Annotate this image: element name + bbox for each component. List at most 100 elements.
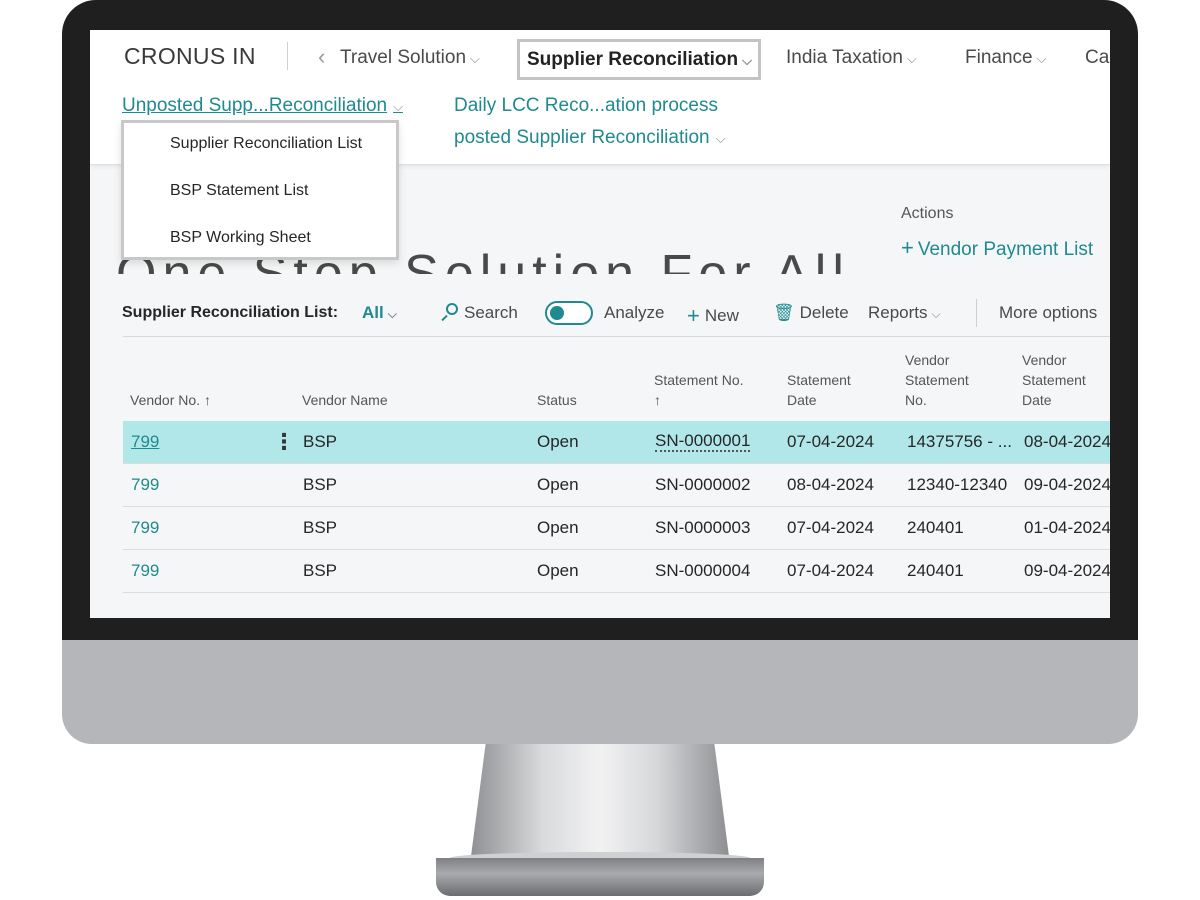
view-filter-dropdown[interactable]: All ⌵: [362, 303, 397, 323]
reports-label: Reports: [868, 303, 928, 322]
header-line: [302, 350, 388, 370]
column-header-statement-no[interactable]: Statement No. ↑: [654, 350, 744, 410]
column-header-vendor-name[interactable]: Vendor Name: [302, 350, 388, 410]
nav-item-india-taxation[interactable]: India Taxation ⌵: [786, 47, 917, 69]
subnav-link-label: Daily LCC Reco...ation process: [454, 95, 718, 116]
nav-item-label: Travel Solution: [340, 47, 467, 68]
chevron-down-icon: ⌵: [906, 51, 917, 66]
cell-status: Open: [537, 561, 579, 580]
cell-status: Open: [537, 432, 579, 451]
header-line: Statement: [905, 372, 969, 388]
cell-statement-date: 07-04-2024: [787, 432, 874, 451]
header-line: [787, 350, 851, 370]
menu-item-bsp-statement-list[interactable]: BSP Statement List: [170, 182, 308, 200]
header-line: Statement: [1022, 372, 1086, 388]
chevron-left-icon[interactable]: ‹: [318, 44, 325, 70]
view-filter-label: All: [362, 303, 384, 322]
new-label: New: [704, 306, 739, 325]
table-row[interactable]: 799 BSP Open SN-0000002 08-04-2024 12340…: [123, 464, 1110, 507]
column-header-status[interactable]: Status: [537, 350, 577, 410]
toolbar-divider-line: [123, 336, 1110, 337]
subnav-posted-supplier-reconciliation[interactable]: posted Supplier Reconciliation ⌵: [454, 127, 725, 149]
delete-button[interactable]: 🗑 Delete: [773, 303, 849, 323]
header-line: Vendor No. ↑: [130, 392, 211, 408]
cell-statement-date: 07-04-2024: [787, 561, 874, 580]
cell-status: Open: [537, 475, 579, 494]
subnav-link-label: Unposted Supp...Reconciliation: [122, 95, 388, 116]
monitor-stand-neck: [470, 744, 730, 864]
header-line: Statement: [787, 372, 851, 388]
app-screen: CRONUS IN ‹ Travel Solution ⌵ Supplier Re…: [90, 30, 1110, 618]
cell-vendor-statement-no: 240401: [907, 561, 964, 580]
nav-item-label: Finance: [965, 47, 1033, 68]
header-line: [130, 370, 211, 390]
search-button[interactable]: Search: [440, 303, 518, 323]
header-line: Vendor Name: [302, 392, 388, 408]
chevron-down-icon: ⌵: [387, 307, 397, 321]
vendor-payment-list-link[interactable]: + Vendor Payment List: [901, 235, 1093, 261]
table-row[interactable]: 799 BSP Open SN-0000003 07-04-2024 24040…: [123, 507, 1110, 550]
cell-vendor-statement-no: 14375756 - ...: [907, 432, 1012, 451]
cell-statement-no[interactable]: SN-0000002: [655, 475, 750, 495]
header-line: [302, 370, 388, 390]
cell-vendor-name: BSP: [303, 518, 338, 537]
column-header-vendor-statement-no[interactable]: Vendor Statement No.: [905, 350, 969, 410]
cell-vendor-statement-no: 12340-12340: [907, 475, 1008, 494]
table-row[interactable]: 799 ⋮ BSP Open SN-0000001 07-04-2024 143…: [123, 421, 1110, 464]
actions-heading: Actions: [901, 205, 954, 222]
new-button[interactable]: + New: [687, 303, 739, 329]
menu-item-bsp-working-sheet[interactable]: BSP Working Sheet: [170, 229, 311, 247]
header-line: [537, 370, 577, 390]
cell-vendor-statement-date: 09-04-2024: [1024, 475, 1110, 494]
header-line: [130, 350, 211, 370]
chevron-down-icon: ⌵: [931, 307, 941, 321]
subnav-dropdown-menu: Supplier Reconciliation List BSP Stateme…: [121, 120, 399, 260]
row-actions-icon[interactable]: ⋮: [273, 429, 295, 455]
column-header-vendor-statement-date[interactable]: Vendor Statement Date: [1022, 350, 1086, 410]
chevron-down-icon: ⌵: [742, 53, 753, 68]
subnav-link-label: posted Supplier Reconciliation: [454, 127, 710, 148]
header-line: [654, 350, 744, 370]
more-options-button[interactable]: More options: [999, 303, 1097, 323]
nav-item-label: Supplier Reconciliation: [527, 49, 739, 70]
cell-vendor-statement-date: 01-04-2024: [1024, 518, 1110, 537]
chevron-down-icon: ⌵: [1036, 51, 1047, 66]
subnav-daily-lcc-reconciliation[interactable]: Daily LCC Reco...ation process: [454, 95, 718, 117]
nav-item-cash[interactable]: Ca: [1085, 47, 1109, 69]
cell-vendor-no[interactable]: 799: [131, 561, 159, 581]
nav-item-travel-solution[interactable]: Travel Solution ⌵: [340, 47, 480, 69]
monitor-chin: [62, 640, 1138, 744]
header-line: Date: [787, 392, 817, 408]
cell-vendor-name: BSP: [303, 432, 338, 451]
menu-item-supplier-reconciliation-list[interactable]: Supplier Reconciliation List: [170, 135, 362, 153]
cell-statement-no[interactable]: SN-0000004: [655, 561, 750, 581]
chevron-down-icon: ⌵: [470, 51, 480, 66]
toolbar-divider: [976, 299, 977, 327]
nav-item-finance[interactable]: Finance ⌵: [965, 47, 1046, 69]
chevron-down-icon: ⌵: [715, 131, 726, 146]
company-name: CRONUS IN: [124, 43, 256, 69]
analyze-label: Analyze: [604, 303, 665, 322]
nav-divider: [287, 42, 288, 70]
cell-statement-no[interactable]: SN-0000003: [655, 518, 750, 538]
reports-menu-button[interactable]: Reports ⌵: [868, 303, 941, 323]
cell-vendor-no[interactable]: 799: [131, 475, 159, 495]
cell-vendor-no[interactable]: 799: [131, 432, 159, 452]
subnav-unposted-supplier-reconciliation[interactable]: Unposted Supp...Reconciliation ⌵: [122, 95, 403, 117]
header-line: Date: [1022, 392, 1052, 408]
list-toolbar: Supplier Reconciliation List: All ⌵ Searc…: [90, 288, 1110, 338]
plus-icon: +: [687, 303, 700, 328]
header-line: Statement No.: [654, 372, 744, 388]
search-icon: [440, 303, 458, 322]
list-title: Supplier Reconciliation List:: [122, 304, 339, 321]
cell-statement-no[interactable]: SN-0000001: [655, 432, 751, 452]
analyze-toggle[interactable]: [545, 301, 593, 325]
cell-vendor-no[interactable]: 799: [131, 518, 159, 538]
toggle-knob: [550, 306, 564, 320]
column-header-vendor-no[interactable]: Vendor No. ↑: [130, 350, 211, 410]
nav-item-label: India Taxation: [786, 47, 903, 68]
nav-item-supplier-reconciliation[interactable]: Supplier Reconciliation ⌵: [517, 39, 762, 80]
column-header-statement-date[interactable]: Statement Date: [787, 350, 851, 410]
table-row[interactable]: 799 BSP Open SN-0000004 07-04-2024 24040…: [123, 550, 1110, 593]
chevron-down-icon: ⌵: [393, 99, 403, 114]
